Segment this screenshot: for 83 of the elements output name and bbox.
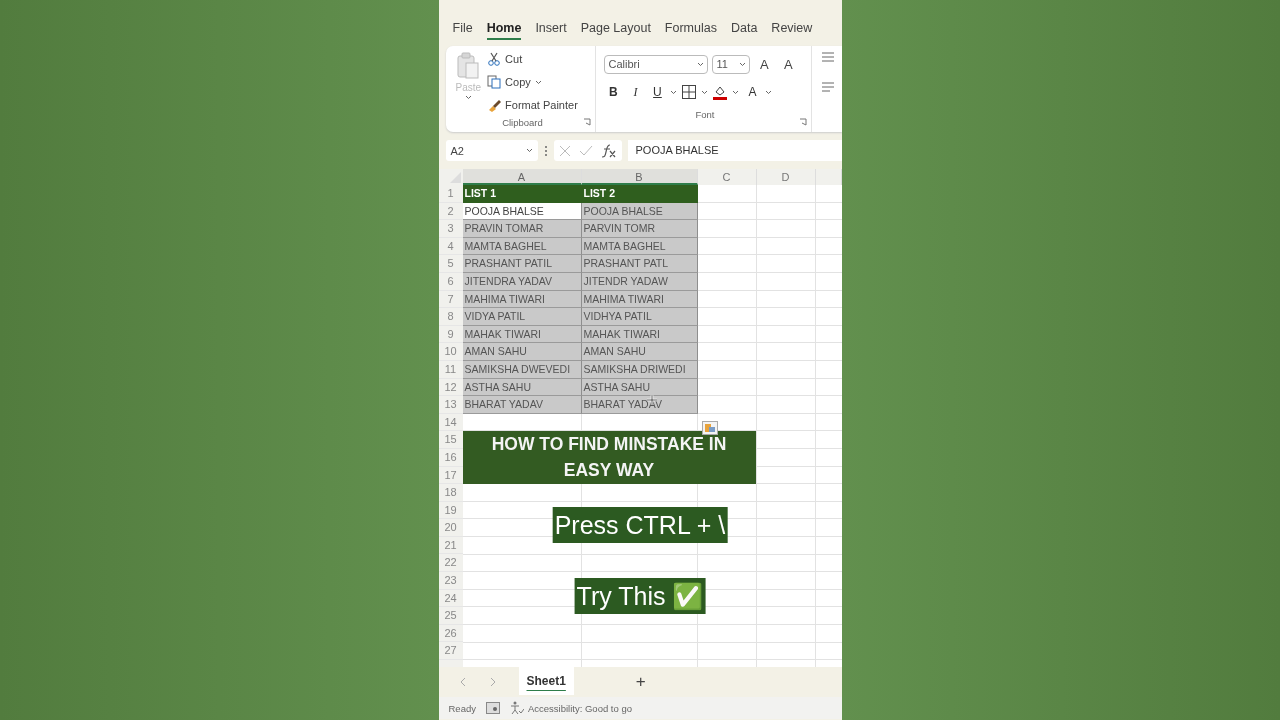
column-header[interactable]: D (756, 169, 816, 185)
cancel-icon (558, 144, 571, 157)
fill-color-icon (712, 84, 729, 100)
row-header[interactable]: 23 (438, 572, 463, 590)
table-cell: PRAVIN TOMAR (462, 220, 582, 238)
table-cell: PRASHANT PATL (581, 255, 698, 273)
table-cell: PRASHANT PATIL (462, 255, 582, 273)
column-heading-cell: LIST 1 (462, 185, 582, 203)
group-label: Clipboard (501, 116, 544, 130)
align-icon (822, 82, 835, 92)
caret-icon (670, 89, 678, 95)
ribbon-tab[interactable]: File (452, 19, 473, 38)
function-icon (600, 143, 617, 158)
row-header[interactable]: 10 (438, 343, 463, 361)
check-icon (578, 144, 593, 157)
caret-icon (732, 89, 740, 95)
row-header[interactable]: 5 (438, 255, 463, 273)
title-banner: HOW TO FIND MINSTAKE IN EASY WAY (462, 431, 756, 484)
row-header[interactable]: 22 (438, 554, 463, 573)
row-header[interactable]: 8 (438, 308, 463, 326)
caret-icon (464, 95, 472, 100)
grow-font-button[interactable]: A (754, 56, 775, 72)
ribbon-tab[interactable]: Home (486, 19, 522, 40)
previous-icon (458, 677, 467, 687)
ribbon-tab[interactable]: Page Layout (580, 19, 651, 38)
brush-icon (487, 98, 502, 112)
table-cell: PARVIN TOMR (581, 220, 698, 238)
borders-icon (681, 84, 698, 100)
caption: Try This ✅ (574, 578, 706, 614)
bold-button[interactable]: B (604, 85, 623, 99)
caret-icon (525, 148, 533, 153)
table-cell: AMAN SAHU (462, 343, 582, 361)
status-text: Accessibility: Good to go (527, 702, 632, 714)
clipboard-button[interactable]: Format Painter (487, 96, 578, 114)
row-header[interactable]: 1 (438, 185, 463, 203)
sheet-tab[interactable]: Sheet1 (518, 667, 574, 695)
row-header[interactable]: 25 (438, 607, 463, 625)
row-header[interactable]: 13 (438, 396, 463, 414)
next-icon (488, 677, 497, 687)
add-sheet-button[interactable]: + (635, 672, 646, 692)
status-text: Ready (448, 702, 476, 714)
group-label: Font (694, 108, 716, 122)
underline-button[interactable]: U (648, 85, 667, 99)
row-header[interactable]: 15 (438, 431, 463, 449)
caret-icon (697, 61, 705, 67)
clipboard-icon (456, 52, 481, 80)
row-header[interactable]: 18 (438, 484, 463, 502)
row-header[interactable]: 3 (438, 220, 463, 238)
scissors-icon (487, 52, 502, 66)
accessibility-icon (509, 701, 524, 715)
caret-icon (701, 89, 709, 95)
caret-icon (534, 79, 542, 85)
table-cell: BHARAT YADAV (462, 396, 582, 414)
row-header[interactable]: 27 (438, 642, 463, 661)
caption: Press CTRL + \ (552, 507, 728, 543)
ribbon-tab[interactable]: Review (771, 19, 813, 38)
table-cell: VIDHYA PATIL (581, 308, 698, 326)
align-icon (822, 52, 835, 62)
copy-icon (487, 75, 502, 89)
clipboard-button[interactable]: Cut (487, 50, 578, 68)
formula-field[interactable]: POOJA BHALSE (627, 140, 842, 161)
italic-button[interactable]: I (626, 84, 645, 100)
column-header[interactable]: B (581, 169, 698, 185)
name-box[interactable]: A2 (445, 140, 538, 161)
clipboard-button[interactable]: Copy (487, 73, 578, 91)
font-name-field[interactable]: Calibri (604, 54, 709, 74)
dialog-launcher-icon (583, 118, 592, 126)
paste-options-icon (701, 421, 718, 435)
column-header[interactable]: A (462, 169, 582, 185)
font-size-field[interactable]: 11 (712, 54, 751, 74)
ribbon-tab[interactable]: Data (730, 19, 758, 38)
caret-icon (765, 89, 773, 95)
ribbon-tab[interactable]: Formulas (664, 19, 717, 38)
table-cell: VIDYA PATIL (462, 308, 582, 326)
table-cell: AMAN SAHU (581, 343, 698, 361)
dialog-launcher-icon (799, 118, 808, 126)
caret-icon (739, 61, 747, 67)
shrink-font-button[interactable]: A (778, 56, 799, 72)
ribbon-tab[interactable]: Insert (535, 19, 567, 38)
column-heading-cell: LIST 2 (581, 185, 698, 203)
font-color-button[interactable]: A (743, 85, 762, 99)
more-icon (543, 144, 548, 157)
row-header[interactable]: 20 (438, 519, 463, 537)
